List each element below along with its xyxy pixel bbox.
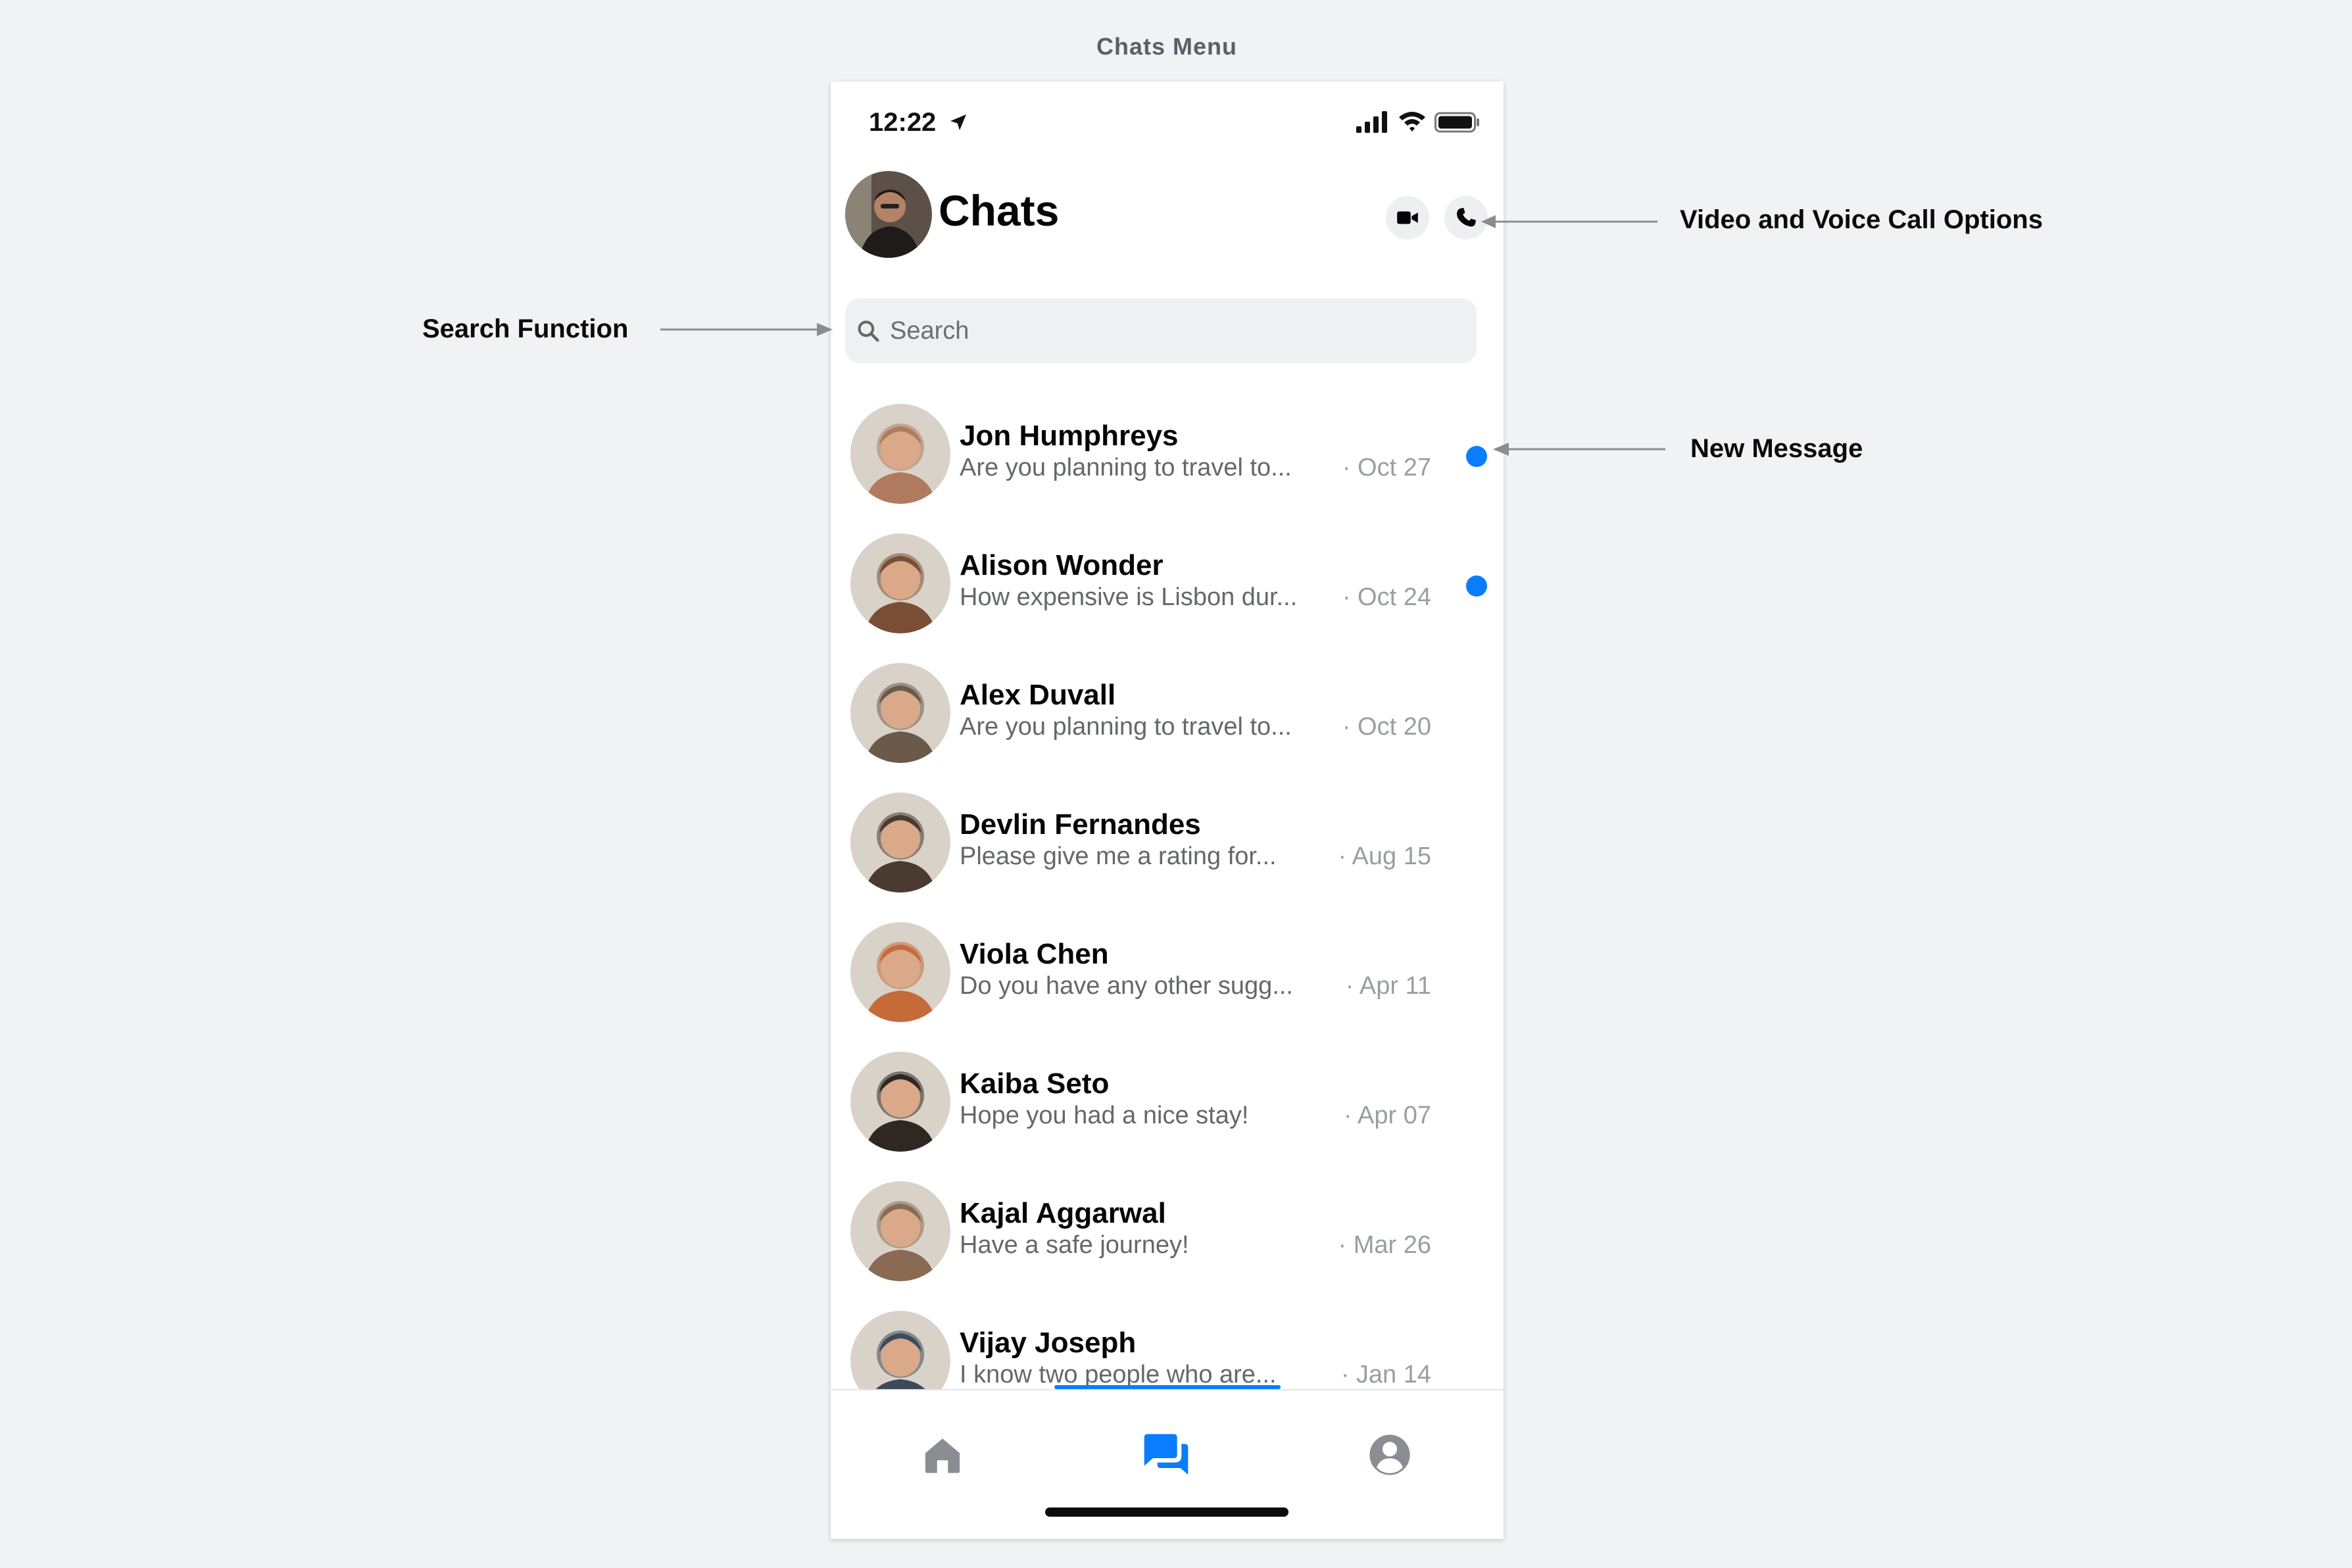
message-preview: Do you have any other sugg... (960, 972, 1293, 1000)
message-preview: Are you planning to travel to... (960, 454, 1292, 481)
location-arrow-icon (950, 114, 966, 130)
contact-avatar-image (850, 404, 950, 504)
contact-name: Viola Chen (960, 938, 1109, 970)
message-preview: Please give me a rating for... (960, 843, 1277, 870)
chat-row[interactable]: Viola Chen Do you have any other sugg... ·… (831, 909, 1504, 1039)
message-preview: Are you planning to travel to... (960, 713, 1292, 741)
contact-avatar[interactable] (850, 663, 950, 763)
home-indicator[interactable] (1045, 1507, 1288, 1517)
home-icon (925, 1438, 960, 1473)
chat-list: Jon Humphreys Are you planning to travel … (831, 391, 1504, 1427)
annotation-arrow-new-message (1493, 443, 1665, 456)
annotation-new-message: New Message (1690, 434, 1863, 463)
chat-row[interactable]: Kaiba Seto Hope you had a nice stay! · Apr… (831, 1039, 1504, 1168)
page-title: Chats Menu (1096, 33, 1237, 60)
annotation-arrow-video-voice (1481, 215, 1657, 228)
message-date: · Apr 11 (1345, 972, 1431, 1000)
contact-name: Alison Wonder (960, 549, 1164, 581)
chat-row[interactable]: Alison Wonder How expensive is Lisbon dur… (831, 520, 1504, 650)
user-avatar[interactable] (845, 171, 932, 258)
video-camera-icon (1397, 211, 1418, 224)
status-time: 12:22 (869, 108, 937, 137)
annotation-arrow-search (660, 323, 833, 336)
contact-name: Kajal Aggarwal (960, 1197, 1166, 1229)
phone-screen: 12:22 Chats Search Jon Humphreys Are you… (831, 82, 1504, 1539)
message-date: · Oct 24 (1342, 583, 1431, 611)
contact-avatar[interactable] (850, 793, 950, 893)
contact-avatar-image (850, 1181, 950, 1281)
contact-name: Alex Duvall (960, 679, 1116, 711)
chat-row[interactable]: Jon Humphreys Are you planning to travel … (831, 391, 1504, 520)
wifi-icon (1399, 112, 1425, 132)
contact-avatar[interactable] (850, 922, 950, 1022)
tab-chats[interactable] (1140, 1429, 1192, 1481)
contact-avatar-image (850, 1052, 950, 1152)
contact-avatar-image (850, 793, 950, 893)
message-date: · Oct 27 (1342, 454, 1431, 481)
message-preview: Hope you had a nice stay! (960, 1102, 1249, 1129)
active-tab-indicator (1054, 1385, 1281, 1389)
message-preview: How expensive is Lisbon dur... (960, 583, 1298, 611)
battery-icon (1434, 112, 1479, 133)
contact-avatar[interactable] (850, 404, 950, 504)
message-date: · Apr 07 (1343, 1102, 1431, 1129)
chat-row[interactable]: Kajal Aggarwal Have a safe journey! · Mar … (831, 1168, 1504, 1298)
annotation-search: Search Function (422, 314, 629, 343)
contact-avatar[interactable] (850, 1181, 950, 1281)
status-bar: 12:22 (831, 82, 1504, 167)
contact-avatar-image (850, 663, 950, 763)
page-heading: Chats (939, 186, 1060, 235)
phone-icon (1457, 208, 1476, 227)
search-input[interactable] (890, 299, 1456, 363)
annotation-video-voice: Video and Voice Call Options (1680, 205, 2043, 234)
contact-name: Vijay Joseph (960, 1327, 1137, 1359)
contact-avatar[interactable] (850, 1052, 950, 1152)
bottom-tab-bar (831, 1385, 1504, 1539)
chat-row[interactable]: Alex Duvall Are you planning to travel to… (831, 650, 1504, 779)
contact-avatar[interactable] (850, 533, 950, 633)
cellular-signal-icon (1356, 111, 1387, 133)
tab-profile[interactable] (1363, 1429, 1416, 1481)
unread-indicator (1466, 576, 1487, 597)
contact-name: Jon Humphreys (960, 420, 1179, 452)
profile-icon (1369, 1434, 1410, 1475)
tab-home[interactable] (916, 1429, 969, 1481)
message-date: · Oct 20 (1342, 713, 1431, 741)
message-preview: Have a safe journey! (960, 1231, 1189, 1259)
search-icon (858, 320, 879, 342)
user-avatar-image (845, 171, 932, 258)
video-call-button[interactable] (1386, 196, 1429, 239)
unread-indicator (1466, 446, 1487, 467)
contact-name: Devlin Fernandes (960, 808, 1201, 841)
message-date: · Mar 26 (1338, 1231, 1431, 1259)
chat-bubbles-icon (1144, 1434, 1188, 1475)
contact-avatar-image (850, 922, 950, 1022)
message-date: · Aug 15 (1338, 843, 1431, 870)
chat-row[interactable]: Devlin Fernandes Please give me a rating … (831, 779, 1504, 909)
message-date: · Jan 14 (1340, 1361, 1431, 1388)
contact-avatar-image (850, 533, 950, 633)
contact-name: Kaiba Seto (960, 1067, 1110, 1100)
search-bar[interactable] (845, 299, 1477, 363)
